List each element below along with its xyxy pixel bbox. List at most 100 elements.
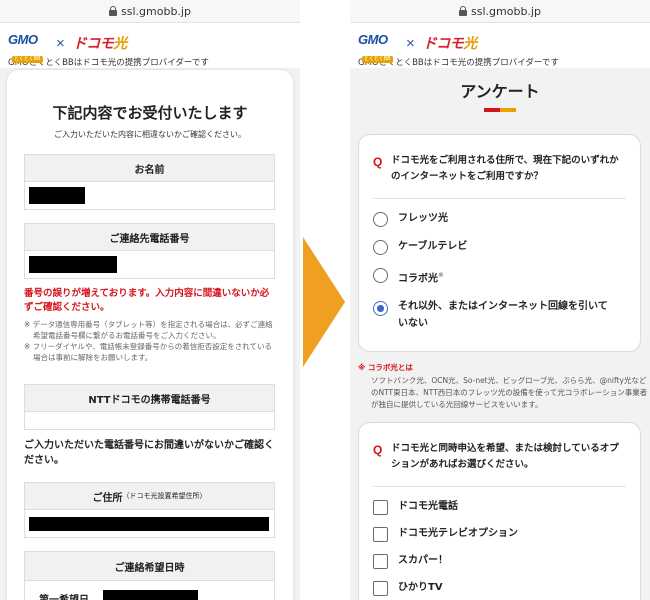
radio-option-collab[interactable]: コラボ光※ (359, 268, 640, 286)
radio-option-other[interactable]: それ以外、またはインターネット回線を引いていない (359, 298, 640, 332)
page-title: 下記内容でお受付いたします (52, 104, 248, 122)
left-screen: ssl.gmobb.jp GMO とくとくBB × ドコモ光 GMOとくとくBB… (0, 0, 300, 600)
page-subtitle: ご入力いただいた内容に相違ないかご確認ください。 (54, 130, 246, 139)
docomo-logo-text: ドコモ (72, 35, 114, 51)
address-label-text: ご住所 (92, 492, 123, 504)
q-icon: Q (373, 155, 383, 169)
checkbox-option-skyperfect[interactable]: スカパー！ (359, 554, 640, 569)
name-value (24, 182, 275, 210)
option-label: ケーブルテレビ (398, 241, 468, 252)
footnote-mark: ※ (438, 271, 444, 279)
footnote-body: ソフトバンク光、OCN光、So-net光、ビッグローブ光、ぷらら光、@nifty… (371, 376, 648, 409)
date-field: ご連絡希望日時 第一希望日 (24, 551, 275, 600)
gmo-logo-text: GMO (8, 32, 38, 47)
gmo-logo-text: GMO (358, 32, 388, 47)
radio-button-selected[interactable] (373, 301, 388, 317)
checkbox[interactable] (373, 554, 388, 569)
gmo-logo: GMO とくとくBB (358, 32, 400, 63)
radio-button[interactable] (373, 268, 388, 283)
question-card-2: Q ドコモ光と同時申込を希望、または検討しているオプションがあればお選びください… (358, 422, 641, 600)
ntt-phone-label: NTTドコモの携帯電話番号 (24, 384, 275, 412)
address-bar[interactable]: ssl.gmobb.jp (0, 0, 300, 22)
checkbox[interactable] (373, 500, 388, 515)
note-item: ※ データ通信専用番号（タブレット等）を指定される場合は、必ずご連絡希望電話番号… (24, 320, 273, 340)
gmo-logo: GMO とくとくBB (8, 32, 50, 63)
first-choice-label: 第一希望日 (39, 591, 89, 600)
checkbox[interactable] (373, 581, 388, 596)
first-choice-row: 第一希望日 (24, 581, 275, 600)
logo-row: GMO とくとくBB × ドコモ光 (358, 32, 642, 63)
option-label: ひかりTV (398, 582, 443, 593)
divider (373, 486, 626, 487)
phone-field: ご連絡先電話番号 (24, 223, 275, 279)
provider-text: GMOとくとくBBはドコモ光の提携プロバイダーです (8, 58, 209, 68)
provider-text: GMOとくとくBBはドコモ光の提携プロバイダーです (358, 58, 559, 68)
gmo-logo-sub: とくとくBB (362, 56, 393, 63)
redacted-address (29, 516, 269, 531)
docomo-hikari-logo: ドコモ光 (73, 33, 127, 53)
right-screen: ssl.gmobb.jp GMO とくとくBB × ドコモ光 GMOとくとくBB… (350, 0, 650, 600)
hikari-logo-text: 光 (113, 35, 127, 51)
option-label: ドコモ光テレビオプション (398, 528, 518, 539)
brand-header: GMO とくとくBB × ドコモ光 GMOとくとくBBはドコモ光の提携プロバイダ… (350, 22, 650, 68)
phone-value (24, 251, 275, 279)
option-label-text: コラボ光 (398, 273, 438, 285)
checkbox-option-hikari-denwa[interactable]: ドコモ光電話 (359, 500, 640, 515)
collab-footnote: ※ コラボ光とは ソフトバンク光、OCN光、So-net光、ビッグローブ光、ぷら… (358, 362, 648, 411)
phone-warning: 番号の誤りが増えております。入力内容に間違いないか必ずご確認ください。 (24, 288, 270, 313)
option-label: ドコモ光電話 (398, 501, 458, 512)
question-text: ドコモ光をご利用される住所で、現在下記のいずれかのインターネットをご利用ですか？ (391, 155, 619, 182)
next-arrow-icon (303, 237, 345, 367)
underline-yellow (500, 108, 516, 112)
ntt-phone-value (24, 412, 275, 430)
option-label: フレッツ光 (398, 213, 448, 224)
question-header: Q ドコモ光と同時申込を希望、または検討しているオプションがあればお選びください… (359, 423, 640, 473)
name-label: お名前 (24, 154, 275, 182)
question-text: ドコモ光と同時申込を希望、または検討しているオプションがあればお選びください。 (391, 443, 619, 470)
note-item: ※ フリーダイヤルや、電話帳未登録番号からの着信拒否設定をされている場合は事前に… (24, 342, 272, 362)
phone-label: ご連絡先電話番号 (24, 223, 275, 251)
checkbox-option-tv[interactable]: ドコモ光テレビオプション (359, 527, 640, 542)
docomo-logo-text: ドコモ (422, 35, 464, 51)
option-label: コラボ光※ (398, 268, 444, 286)
survey-title: アンケート (460, 82, 540, 101)
confirmation-card: 下記内容でお受付いたします ご入力いただいた内容に相違ないかご確認ください。 お… (7, 70, 293, 600)
checkbox[interactable] (373, 527, 388, 542)
option-label: スカパー！ (398, 555, 448, 566)
hikari-logo-text: 光 (463, 35, 477, 51)
phone-confirm-text: ご入力いただいた電話番号にお間違いがないかご確認ください。 (24, 440, 274, 466)
url-text: ssl.gmobb.jp (121, 4, 191, 18)
address-field: ご住所 （ドコモ光設置希望住所） (24, 482, 275, 538)
ntt-phone-field: NTTドコモの携帯電話番号 (24, 384, 275, 430)
address-bar[interactable]: ssl.gmobb.jp (350, 0, 650, 22)
redacted-phone (29, 256, 117, 273)
address-label-sub: （ドコモ光設置希望住所） (122, 492, 207, 500)
docomo-hikari-logo: ドコモ光 (423, 33, 477, 53)
title-underline (350, 108, 650, 112)
date-label: ご連絡希望日時 (24, 551, 275, 581)
address-value (24, 510, 275, 538)
redacted-date (103, 590, 198, 600)
radio-option-flets[interactable]: フレッツ光 (359, 212, 640, 227)
brand-header: GMO とくとくBB × ドコモ光 GMOとくとくBBはドコモ光の提携プロバイダ… (0, 22, 300, 68)
name-field: お名前 (24, 154, 275, 210)
radio-option-cable-tv[interactable]: ケーブルテレビ (359, 240, 640, 255)
lock-icon (459, 6, 468, 16)
footnote-title: ※ コラボ光とは (358, 363, 413, 372)
q-icon: Q (373, 443, 383, 457)
option-label: それ以外、またはインターネット回線を引いていない (398, 301, 608, 330)
phone-notes: ※ データ通信専用番号（タブレット等）を指定される場合は、必ずご連絡希望電話番号… (24, 319, 276, 363)
times-icon: × (406, 34, 415, 52)
lock-icon (109, 6, 118, 16)
underline-red (484, 108, 500, 112)
redacted-name (29, 187, 85, 204)
checkbox-option-hikari-tv[interactable]: ひかりTV (359, 581, 640, 596)
question-card-1: Q ドコモ光をご利用される住所で、現在下記のいずれかのインターネットをご利用です… (358, 134, 641, 352)
radio-button[interactable] (373, 212, 388, 227)
logo-row: GMO とくとくBB × ドコモ光 (8, 32, 292, 63)
address-label: ご住所 （ドコモ光設置希望住所） (24, 482, 275, 510)
radio-button[interactable] (373, 240, 388, 255)
divider (373, 198, 626, 199)
url-text: ssl.gmobb.jp (471, 4, 541, 18)
question-header: Q ドコモ光をご利用される住所で、現在下記のいずれかのインターネットをご利用です… (359, 135, 640, 185)
